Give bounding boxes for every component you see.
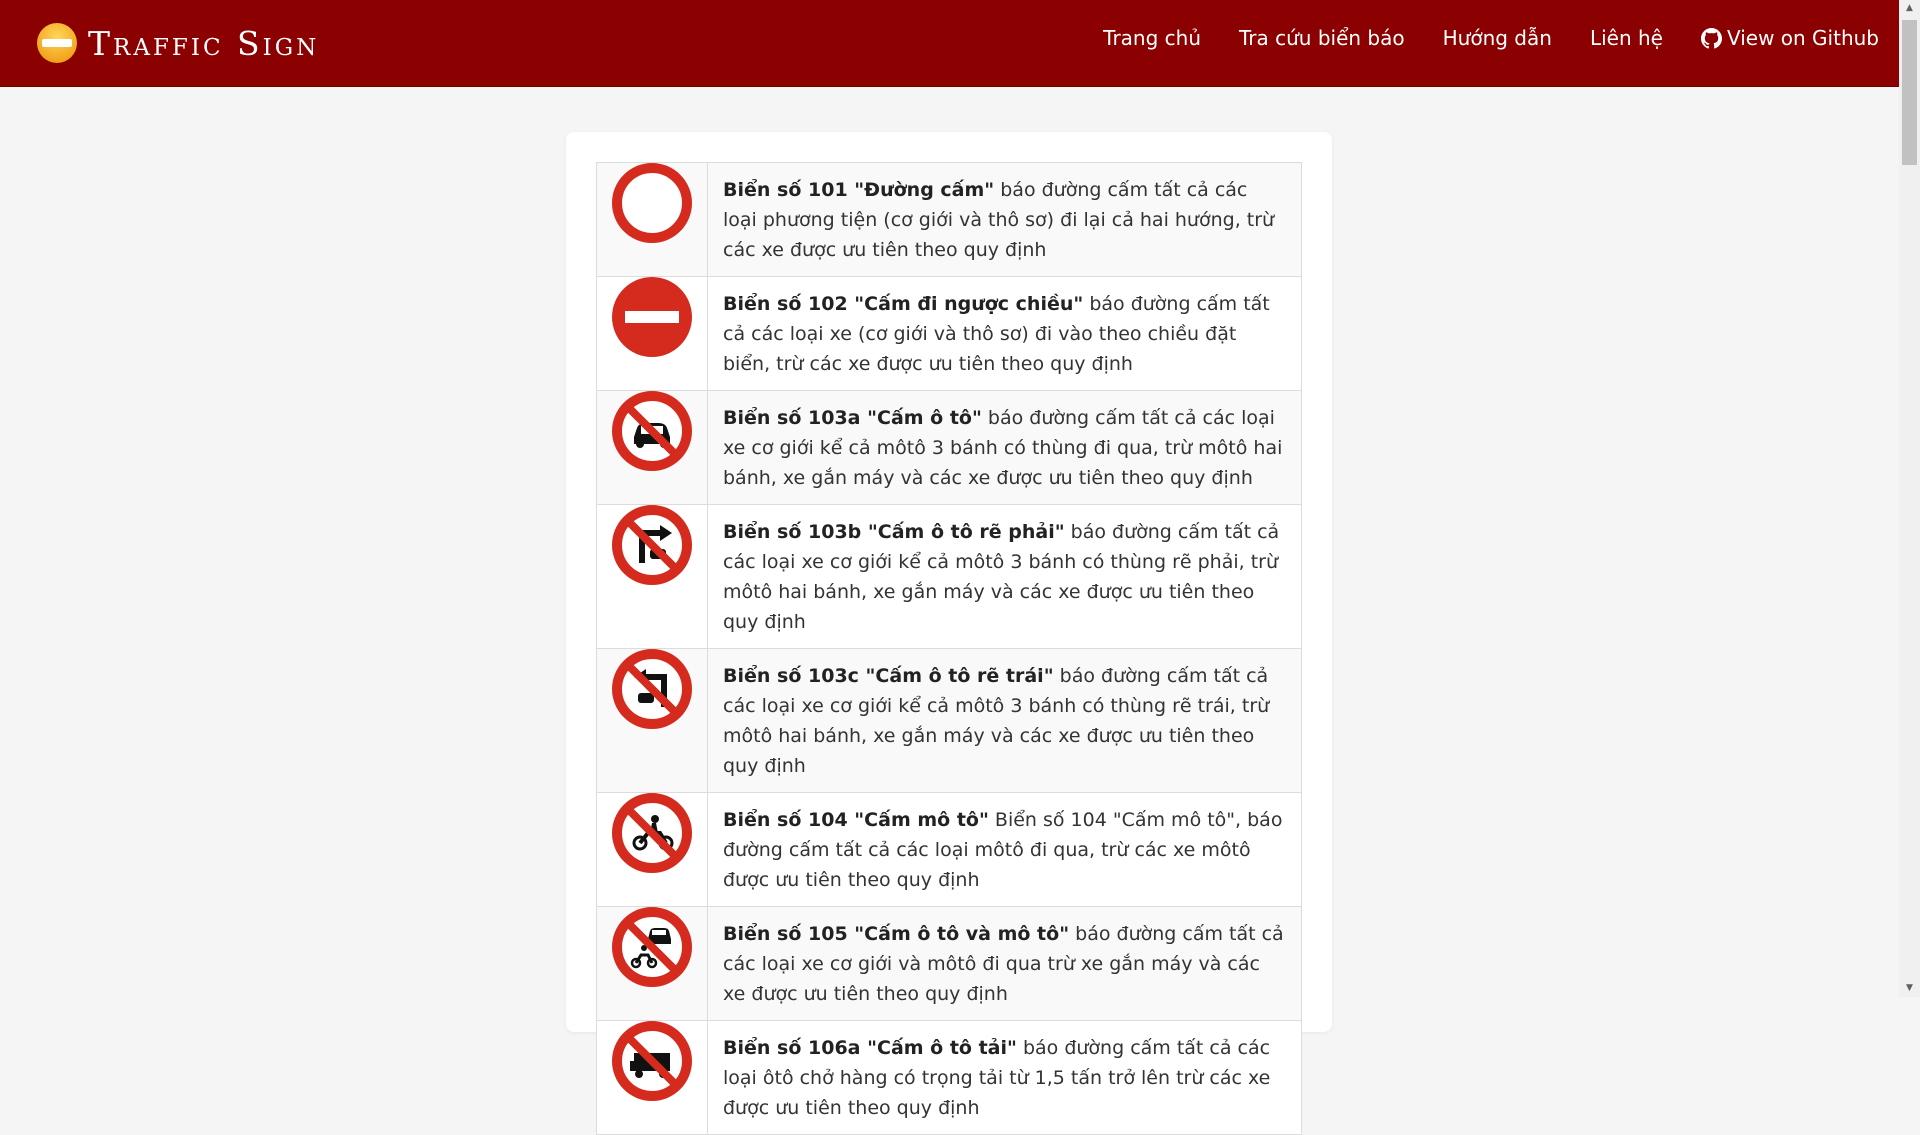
sign-105-no-cars-motorcycles-icon bbox=[612, 907, 692, 987]
sign-image-cell bbox=[596, 276, 708, 391]
github-icon bbox=[1700, 27, 1722, 48]
sign-image-cell bbox=[596, 792, 708, 907]
sign-image-cell bbox=[596, 504, 708, 649]
sign-title: Biển số 105 "Cấm ô tô và mô tô" bbox=[723, 923, 1070, 945]
scrollbar[interactable]: ▲ ▼ bbox=[1899, 0, 1920, 997]
sign-text-cell: Biển số 102 "Cấm đi ngược chiều" báo đườ… bbox=[707, 276, 1302, 391]
signs-card: Biển số 101 "Đường cấm" báo đường cấm tấ… bbox=[566, 132, 1332, 1135]
sign-text-cell: Biển số 101 "Đường cấm" báo đường cấm tấ… bbox=[707, 162, 1302, 277]
signs-table: Biển số 101 "Đường cấm" báo đường cấm tấ… bbox=[596, 162, 1302, 1135]
sign-image-cell bbox=[596, 390, 708, 505]
nav-contact-link[interactable]: Liên hệ bbox=[1590, 26, 1663, 50]
table-row: Biển số 103c "Cấm ô tô rẽ trái" báo đườn… bbox=[596, 648, 1302, 793]
table-row: Biển số 104 "Cấm mô tô" Biển số 104 "Cấm… bbox=[596, 792, 1302, 907]
nav-guide-link[interactable]: Hướng dẫn bbox=[1443, 26, 1552, 50]
sign-103c-no-cars-left-turn-icon bbox=[612, 649, 692, 729]
sign-image-cell bbox=[596, 648, 708, 793]
table-row: Biển số 103a "Cấm ô tô" báo đường cấm tấ… bbox=[596, 390, 1302, 505]
table-row: Biển số 103b "Cấm ô tô rẽ phải" báo đườn… bbox=[596, 504, 1302, 649]
sign-103a-no-cars-icon bbox=[612, 391, 692, 471]
table-row: Biển số 101 "Đường cấm" báo đường cấm tấ… bbox=[596, 162, 1302, 277]
navbar: Traffic Sign Trang chủ Tra cứu biển báo … bbox=[0, 0, 1899, 87]
scroll-down-arrow-icon[interactable]: ▼ bbox=[1899, 980, 1920, 997]
sign-image-cell bbox=[596, 906, 708, 1021]
sign-text-cell: Biển số 103c "Cấm ô tô rẽ trái" báo đườn… bbox=[707, 648, 1302, 793]
sign-image-cell bbox=[596, 162, 708, 277]
sign-104-no-motorcycles-icon bbox=[612, 793, 692, 873]
brand[interactable]: Traffic Sign bbox=[36, 20, 319, 66]
sign-text-cell: Biển số 103a "Cấm ô tô" báo đường cấm tấ… bbox=[707, 390, 1302, 505]
sign-text-cell: Biển số 106a "Cấm ô tô tải" báo đường cấ… bbox=[707, 1020, 1302, 1135]
sign-text-cell: Biển số 103b "Cấm ô tô rẽ phải" báo đườn… bbox=[707, 504, 1302, 649]
scroll-up-arrow-icon[interactable]: ▲ bbox=[1899, 0, 1920, 17]
sign-text-cell: Biển số 105 "Cấm ô tô và mô tô" báo đườn… bbox=[707, 906, 1302, 1021]
sign-title: Biển số 106a "Cấm ô tô tải" bbox=[723, 1037, 1017, 1059]
sign-image-cell bbox=[596, 1020, 708, 1135]
table-row: Biển số 105 "Cấm ô tô và mô tô" báo đườn… bbox=[596, 906, 1302, 1021]
nav-lookup-link[interactable]: Tra cứu biển báo bbox=[1239, 26, 1405, 50]
nav-home-link[interactable]: Trang chủ bbox=[1103, 26, 1201, 50]
sign-title: Biển số 102 "Cấm đi ngược chiều" bbox=[723, 293, 1084, 315]
sign-102-no-entry-icon bbox=[612, 277, 692, 357]
sign-title: Biển số 103b "Cấm ô tô rẽ phải" bbox=[723, 521, 1065, 543]
nav-links: Trang chủ Tra cứu biển báo Hướng dẫn Liê… bbox=[1065, 26, 1879, 50]
sign-title: Biển số 103a "Cấm ô tô" bbox=[723, 407, 982, 429]
nav-github-label: View on Github bbox=[1726, 26, 1879, 50]
table-row: Biển số 102 "Cấm đi ngược chiều" báo đườ… bbox=[596, 276, 1302, 391]
sign-title: Biển số 101 "Đường cấm" bbox=[723, 179, 995, 201]
table-row: Biển số 106a "Cấm ô tô tải" báo đường cấ… bbox=[596, 1020, 1302, 1135]
sign-106a-no-trucks-icon bbox=[612, 1021, 692, 1101]
sign-101-no-vehicles-icon bbox=[612, 163, 692, 243]
scroll-thumb[interactable] bbox=[1902, 20, 1917, 165]
sign-title: Biển số 103c "Cấm ô tô rẽ trái" bbox=[723, 665, 1054, 687]
nav-github-link[interactable]: View on Github bbox=[1700, 26, 1879, 50]
no-entry-logo-icon bbox=[37, 23, 77, 63]
brand-name: Traffic Sign bbox=[88, 23, 320, 63]
sign-103b-no-cars-right-turn-icon bbox=[612, 505, 692, 585]
sign-title: Biển số 104 "Cấm mô tô" bbox=[723, 809, 989, 831]
sign-text-cell: Biển số 104 "Cấm mô tô" Biển số 104 "Cấm… bbox=[707, 792, 1302, 907]
